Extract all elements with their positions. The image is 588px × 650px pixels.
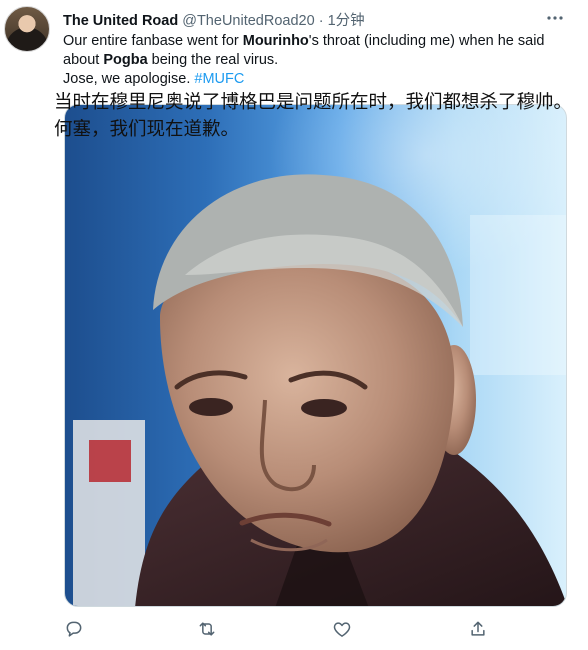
tweet-media-image[interactable] <box>64 104 567 607</box>
portrait-image <box>73 174 566 606</box>
tweet-bold-name-2: Pogba <box>103 52 148 68</box>
reply-icon[interactable] <box>64 619 86 641</box>
tweet-header: The United Road @TheUnitedRoad20 · 1分钟 <box>63 9 572 29</box>
like-icon[interactable] <box>332 619 354 641</box>
tweet-text: Our entire fanbase went for Mourinho's t… <box>63 32 563 89</box>
chinese-caption: 当时在穆里尼奥说了博格巴是问题所在时，我们都想杀了穆帅。何塞，我们现在道歉。 <box>54 92 573 140</box>
timestamp[interactable]: 1分钟 <box>328 13 365 29</box>
separator-dot: · <box>318 13 324 29</box>
retweet-icon[interactable] <box>197 619 219 641</box>
display-name[interactable]: The United Road <box>63 13 178 29</box>
hashtag-link[interactable]: #MUFC <box>194 71 244 87</box>
more-icon[interactable] <box>544 10 566 26</box>
tweet-actions <box>64 619 514 641</box>
tweet-text-part3: being the real virus. <box>147 52 279 68</box>
tweet-bold-name-1: Mourinho <box>242 33 309 49</box>
tweet-text-part1: Our entire fanbase went for <box>63 33 243 49</box>
share-icon[interactable] <box>468 619 490 641</box>
avatar[interactable] <box>4 6 50 52</box>
tweet-card[interactable]: The United Road @TheUnitedRoad20 · 1分钟 O… <box>0 0 588 650</box>
tweet-text-line3: Jose, we apologise. <box>63 71 195 87</box>
user-handle[interactable]: @TheUnitedRoad20 <box>182 13 314 29</box>
